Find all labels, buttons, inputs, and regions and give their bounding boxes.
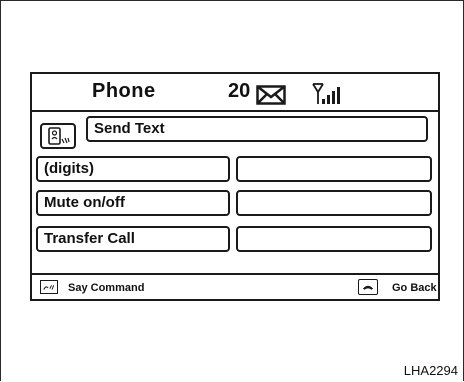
menu-item-empty-2[interactable] [236, 190, 432, 216]
page-title: Phone [92, 80, 156, 102]
voice-command-icon [48, 127, 70, 145]
screen-footer: Say Command Go Back [32, 273, 438, 301]
menu-item-mute[interactable]: Mute on/off [36, 190, 230, 216]
send-text-button[interactable]: Send Text [86, 116, 428, 142]
voice-command-icon[interactable] [40, 280, 58, 294]
say-command-label[interactable]: Say Command [68, 282, 144, 294]
signal-strength-icon [312, 83, 340, 104]
screen-header: Phone 20 [32, 74, 438, 112]
figure-caption: LHA2294 [403, 363, 458, 378]
message-count: 20 [228, 80, 251, 102]
menu-item-transfer-call[interactable]: Transfer Call [36, 226, 230, 252]
menu-item-empty-3[interactable] [236, 226, 432, 252]
phone-screen: Phone 20 Send Text (digits) Mute on/off [30, 72, 440, 301]
voice-command-button[interactable] [40, 123, 76, 149]
go-back-label[interactable]: Go Back [392, 282, 437, 294]
hang-up-icon[interactable] [358, 279, 378, 295]
envelope-icon [256, 85, 286, 105]
menu-item-digits[interactable]: (digits) [36, 156, 230, 182]
menu-item-empty-1[interactable] [236, 156, 432, 182]
